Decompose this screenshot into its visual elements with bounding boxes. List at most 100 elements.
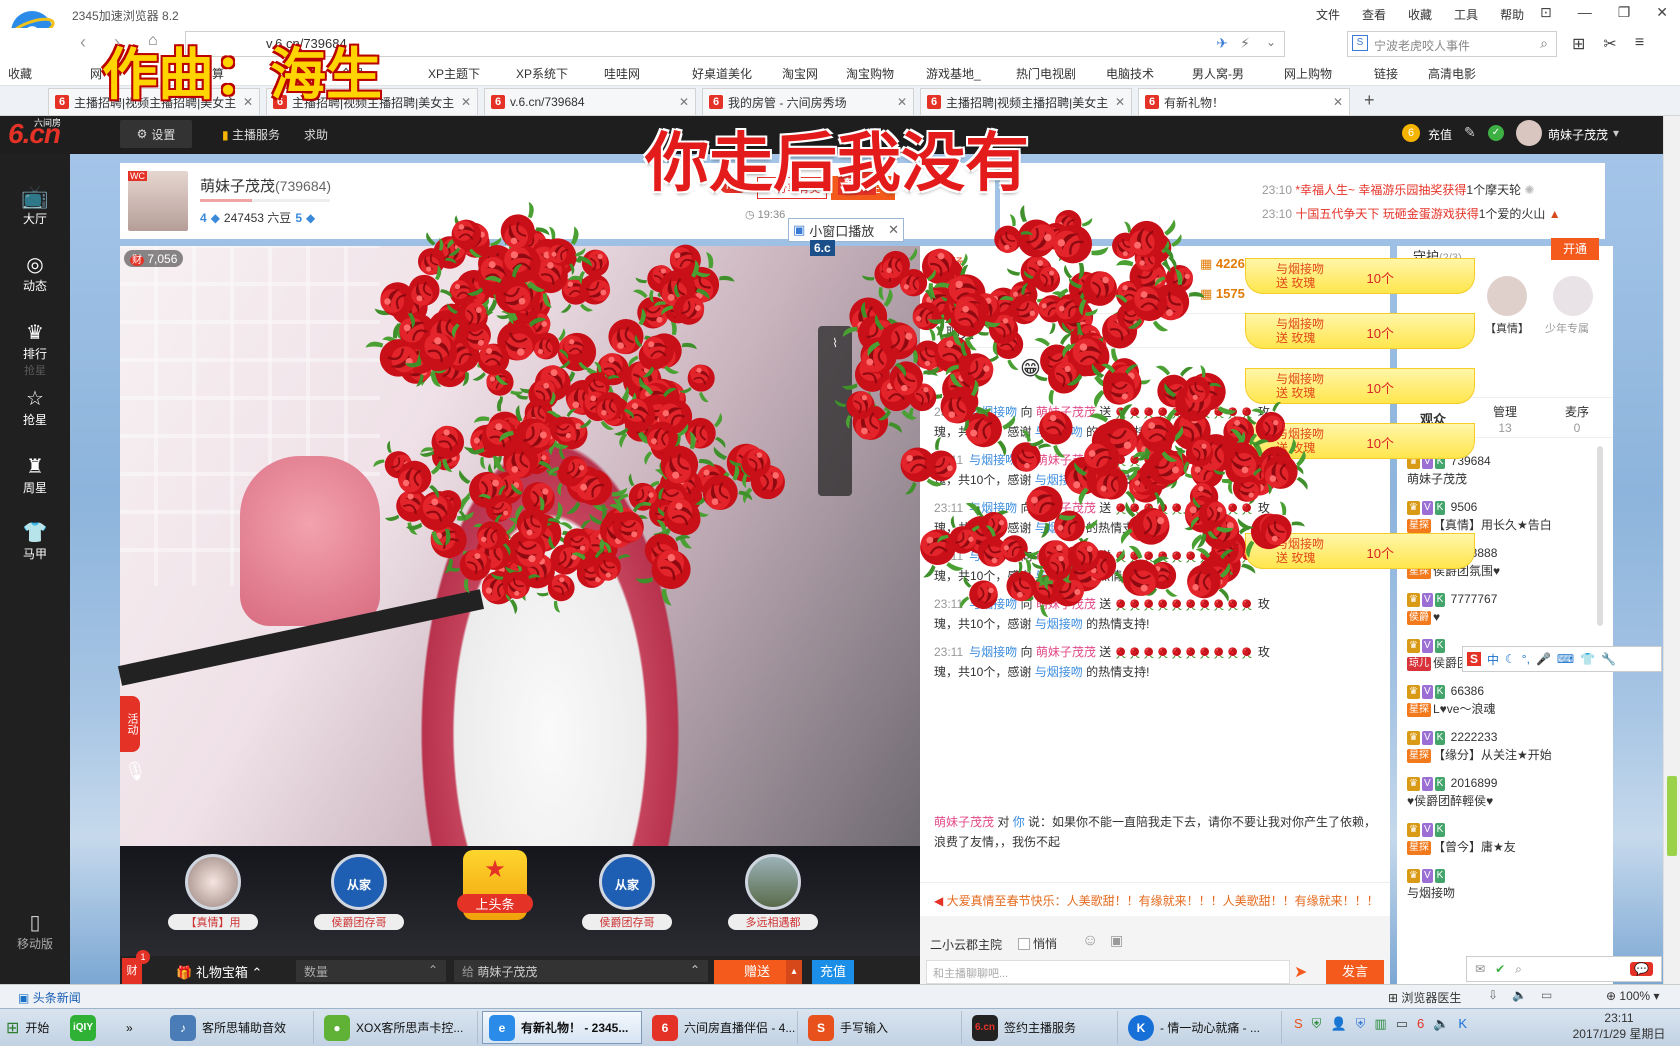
- chat-to-select[interactable]: 二小云郡主院: [930, 936, 1002, 953]
- scrollbar[interactable]: [1597, 446, 1603, 626]
- help-link[interactable]: 求助: [304, 126, 328, 143]
- audience-user[interactable]: ♛ V K 9506 星探 【真情】用长久★告白: [1407, 498, 1612, 534]
- network-icon[interactable]: ▥: [1374, 1016, 1386, 1032]
- headline-item[interactable]: ★ 上头条: [450, 850, 540, 920]
- fav-item[interactable]: 收藏: [8, 65, 90, 82]
- sidebar-item-vest[interactable]: 👕 马甲: [8, 520, 62, 562]
- rocket-icon[interactable]: ✈: [1216, 35, 1228, 52]
- taskbar-item[interactable]: ● XOX客所思声卡控...: [318, 1011, 478, 1044]
- sidebar-item-news[interactable]: ◎ 动态: [8, 252, 62, 294]
- minimize-icon[interactable]: —: [1578, 4, 1592, 21]
- quicklaunch-more[interactable]: »: [120, 1011, 160, 1044]
- gift-box-button[interactable]: 🎁 礼物宝箱 ⌃: [176, 962, 262, 981]
- menu-favorites[interactable]: 收藏: [1408, 6, 1432, 23]
- sidebar-item-rank[interactable]: ♛ 排行 抢星: [8, 320, 62, 378]
- new-tab-button[interactable]: +: [1364, 90, 1375, 111]
- taskbar-item[interactable]: 6 六间房直播伴侣 - 4...: [646, 1011, 798, 1044]
- search-box[interactable]: S 宁波老虎咬人事件 ⌕: [1347, 31, 1557, 57]
- download-icon[interactable]: ⇩: [1488, 988, 1498, 1002]
- security-icon[interactable]: ⛨: [1356, 1016, 1366, 1032]
- edit-icon[interactable]: ✎: [1464, 124, 1476, 141]
- sidebar-item-star[interactable]: ☆ 抢星: [8, 386, 62, 428]
- search-icon[interactable]: ⌕: [1515, 962, 1522, 977]
- skin-icon[interactable]: ⊡: [1540, 4, 1552, 21]
- chat-input[interactable]: 和主播聊聊吧...: [926, 960, 1290, 984]
- audience-user[interactable]: ♛ V K 2222233 星探 【缘分】从关注★开始: [1407, 728, 1612, 764]
- fav-item[interactable]: 电脑技术: [1106, 65, 1192, 82]
- kugou-tray-icon[interactable]: K: [1458, 1016, 1467, 1032]
- audience-user[interactable]: ♛ V K 星探 【曾今】庸★友: [1407, 820, 1612, 856]
- page-scrollbar[interactable]: [1663, 116, 1680, 1006]
- menu-icon[interactable]: ≡: [1635, 34, 1644, 54]
- user-name[interactable]: 萌妹子茂茂: [1548, 126, 1608, 143]
- back-icon[interactable]: ‹: [80, 32, 86, 53]
- close-tab-icon[interactable]: ✕: [1115, 95, 1125, 109]
- mini-window-button[interactable]: ▣ 小窗口播放 ✕: [788, 218, 904, 242]
- fav-item[interactable]: 淘宝网: [782, 65, 846, 82]
- fav-item[interactable]: 游戏基地_: [926, 65, 1016, 82]
- menu-tools[interactable]: 工具: [1454, 6, 1478, 23]
- avatar[interactable]: [1516, 120, 1542, 146]
- browser-tab[interactable]: 6 v.6.cn/739684 ✕: [484, 88, 696, 115]
- video-player[interactable]: 财 7,056 活动 🎙 6.c ⌇: [117, 240, 920, 846]
- fav-item[interactable]: 热门电视剧: [1016, 65, 1106, 82]
- close-tab-icon[interactable]: ✕: [897, 95, 907, 109]
- chat-bubble-icon[interactable]: 💬: [1630, 962, 1653, 976]
- taskbar-item[interactable]: ♪ 客所思辅助音效: [164, 1011, 314, 1044]
- browser-tab[interactable]: 6 我的房管 - 六间房秀场 ✕: [702, 88, 914, 115]
- taskbar-item[interactable]: S 手写输入: [802, 1011, 962, 1044]
- send-arrow-icon[interactable]: ➤: [1294, 962, 1307, 982]
- send-message-button[interactable]: 发言: [1326, 960, 1384, 984]
- taskbar-item[interactable]: K- 情一动心就痛 - ...: [1122, 1011, 1282, 1044]
- recharge-button[interactable]: 充值: [812, 960, 854, 984]
- tab-mic-queue[interactable]: 麦序 0: [1541, 404, 1613, 437]
- quantity-input[interactable]: 数量 ⌃: [296, 960, 446, 982]
- close-tab-icon[interactable]: ✕: [1333, 95, 1343, 109]
- speaker-tray-icon[interactable]: 🔈: [1433, 1016, 1449, 1032]
- ime-toolbar[interactable]: S 中 ☾ °, 🎤 ⌨ 👕 🔧: [1462, 646, 1662, 672]
- private-checkbox[interactable]: 悄悄: [1018, 935, 1057, 952]
- browser-tab-active[interactable]: 6 有新礼物！ ✕: [1138, 88, 1350, 115]
- fav-item[interactable]: 淘宝购物: [846, 65, 926, 82]
- menu-help[interactable]: 帮助: [1500, 6, 1524, 23]
- audience-user[interactable]: ♛ V K 2016899 ♥侯爵团醉輕侯♥: [1407, 774, 1612, 810]
- guard-icon-item[interactable]: 【真情】用: [168, 854, 258, 930]
- six-tray-icon[interactable]: 6: [1417, 1016, 1424, 1032]
- tab-chat[interactable]: 聊天: [946, 323, 974, 343]
- club-icon-item[interactable]: 从家 侯爵团存哥: [582, 854, 672, 930]
- shield-icon[interactable]: ⛨: [1312, 1016, 1322, 1032]
- taskbar-item-active[interactable]: e 有新礼物！ - 2345...: [482, 1011, 642, 1044]
- browser-tab[interactable]: 6 主播招聘|视频主播招聘|美女主 ✕: [920, 88, 1132, 115]
- sidebar-item-mobile[interactable]: ▯ 移动版: [8, 910, 62, 952]
- audience-user[interactable]: ♛ V K 与烟接吻: [1407, 866, 1612, 902]
- avatar[interactable]: [1553, 276, 1593, 316]
- club-icon-item[interactable]: 从家 侯爵团存哥: [314, 854, 404, 930]
- fav-item[interactable]: 哇哇网: [604, 65, 692, 82]
- headline-news-link[interactable]: ▣ 头条新闻: [18, 989, 81, 1006]
- close-tab-icon[interactable]: ✕: [679, 95, 689, 109]
- tools-icon[interactable]: ✂: [1603, 34, 1616, 54]
- mail-icon[interactable]: ✉: [1475, 962, 1485, 976]
- search-icon[interactable]: ⌕: [1540, 35, 1548, 52]
- fav-item[interactable]: 高清电影: [1428, 65, 1498, 82]
- recipient-select[interactable]: 给 萌妹子茂茂 ⌃: [454, 960, 708, 982]
- emoji-button-icon[interactable]: ☺: [1082, 932, 1098, 950]
- iqiyi-quicklaunch[interactable]: iQIY: [64, 1011, 102, 1044]
- image-icon[interactable]: ▣: [1110, 932, 1123, 949]
- open-guard-button[interactable]: 开通: [1551, 238, 1599, 260]
- search-engine-icon[interactable]: S: [1352, 35, 1368, 51]
- clock[interactable]: 23:11 2017/1/29 星期日: [1564, 1010, 1674, 1042]
- avatar[interactable]: [1487, 276, 1527, 316]
- window-icon[interactable]: ▭: [1541, 988, 1552, 1002]
- microphone-icon[interactable]: 🎙: [124, 761, 147, 782]
- landscape-item[interactable]: 多远相遇都: [728, 854, 818, 930]
- sidebar-item-hall[interactable]: 📺 大厅: [8, 184, 62, 227]
- activity-tab[interactable]: 活动: [120, 696, 140, 752]
- taskbar-item[interactable]: 6.cn 签约主播服务: [966, 1011, 1118, 1044]
- lightning-icon[interactable]: ⚡: [1240, 35, 1250, 52]
- audience-user[interactable]: ♛ V K 66386 星探 L♥ve〜浪魂: [1407, 682, 1612, 718]
- host-service-link[interactable]: ▮ 主播服务: [222, 126, 280, 143]
- audience-user[interactable]: ♛ V K 7777767 侯爵 ♥: [1407, 590, 1612, 626]
- restore-icon[interactable]: ❐: [1618, 4, 1631, 21]
- menu-view[interactable]: 查看: [1362, 6, 1386, 23]
